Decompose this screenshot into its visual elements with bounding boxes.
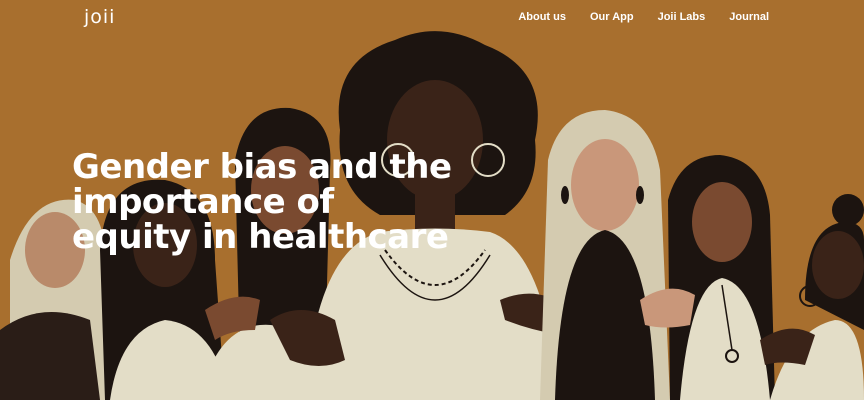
nav-link-joii-labs[interactable]: Joii Labs: [658, 11, 706, 23]
joii-logo[interactable]: joii: [84, 6, 115, 28]
main-nav: About us Our App Joii Labs Journal: [518, 11, 769, 23]
hero-title-line-1: Gender bias and the: [72, 147, 452, 187]
nav-link-our-app[interactable]: Our App: [590, 11, 634, 23]
woman-right-light-hair-figure: [540, 110, 670, 400]
top-navigation-bar: joii About us Our App Joii Labs Journal: [0, 0, 864, 40]
nav-link-journal[interactable]: Journal: [729, 11, 769, 23]
hero-title: Gender bias and the importance of equity…: [72, 150, 452, 255]
nav-link-about-us[interactable]: About us: [518, 11, 566, 23]
hero-title-line-3: equity in healthcare: [72, 217, 449, 257]
hero-title-line-2: importance of: [72, 182, 334, 222]
